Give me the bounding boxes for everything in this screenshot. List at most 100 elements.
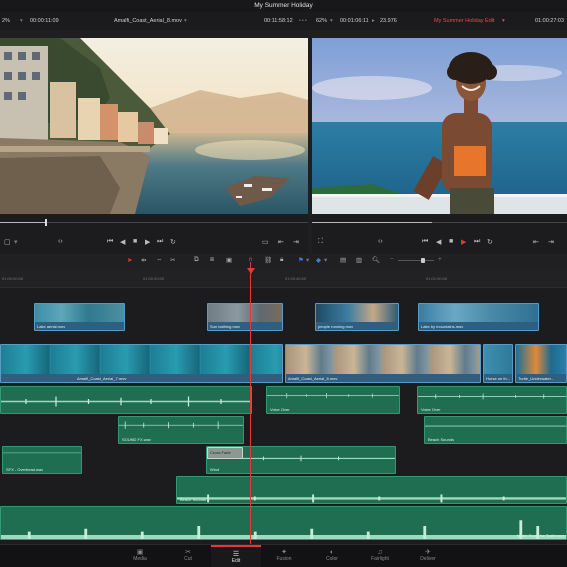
source-viewer[interactable] xyxy=(0,38,308,214)
overwrite-clip-icon[interactable]: ⧈ xyxy=(210,256,214,264)
trim-tool-icon[interactable]: ⇹ xyxy=(141,256,146,264)
clip-label: Music Score for Trailer.mov xyxy=(517,533,566,538)
clip-label: Amalfi_Coast_Aerial_7.mov xyxy=(77,376,127,381)
zoom-in-icon[interactable]: + xyxy=(438,256,442,263)
video-clip[interactable]: Turtle_Underwater... xyxy=(515,344,567,383)
timeline-play-icon[interactable]: ▶ xyxy=(461,238,466,246)
source-scrub-bar[interactable] xyxy=(0,214,308,232)
page-tab-deliver[interactable]: ✈ Deliver xyxy=(403,545,453,567)
source-go-end-icon[interactable]: ⏭ xyxy=(157,238,163,246)
zoom-slider[interactable] xyxy=(398,260,434,261)
source-zoom[interactable]: 2% xyxy=(2,18,10,24)
source-match-frame-icon[interactable]: ▭ xyxy=(262,238,269,246)
zoom-custom-icon[interactable]: 🔍︎ xyxy=(372,256,380,264)
video-clip[interactable]: Sun bathing.mov xyxy=(207,303,283,331)
timeline-tracks[interactable]: Lake aerial.mov Sun bathing.mov people r… xyxy=(0,288,567,544)
marker-dropdown-icon[interactable]: ▾ xyxy=(324,256,327,264)
timeline-ruler[interactable]: 01:00:00:00 01:00:20:00 01:00:40:00 01:0… xyxy=(0,268,567,288)
source-options-icon[interactable]: ••• xyxy=(299,18,308,24)
selection-tool-icon[interactable]: ➤ xyxy=(127,256,132,264)
marker-icon[interactable]: ◆ xyxy=(316,256,321,264)
page-navigation-bar: ▣ Media ✂ Cut ☰ Edit ✦ Fusion ◐ Color ♫ … xyxy=(0,544,567,567)
audio-clip[interactable] xyxy=(0,386,252,414)
source-scrub-handle[interactable] xyxy=(45,219,47,226)
page-tab-fusion[interactable]: ✦ Fusion xyxy=(259,545,309,567)
position-lock-icon[interactable]: 🔒︎ xyxy=(280,256,283,264)
audio-clip[interactable]: SOUND FX.wav xyxy=(118,416,244,444)
source-jog-icon[interactable]: ‹› xyxy=(58,238,63,245)
timeline-reverse-icon[interactable]: ◀ xyxy=(436,238,441,246)
timeline-mark-in-icon[interactable]: ⇤ xyxy=(533,238,539,246)
flag-icon[interactable]: ⚑ xyxy=(298,256,304,264)
audio-clip[interactable]: Music Score for Trailer.mov xyxy=(0,506,567,540)
clip-menu-dropdown-icon[interactable]: ▾ xyxy=(184,18,187,24)
video-clip[interactable]: Lake by mountains.mov xyxy=(418,303,539,331)
page-tab-media[interactable]: ▣ Media xyxy=(115,545,165,567)
flag-dropdown-icon[interactable]: ▾ xyxy=(306,256,309,264)
source-loop-icon[interactable]: ↻ xyxy=(170,238,176,246)
timeline-viewer[interactable] xyxy=(312,38,567,214)
source-go-start-icon[interactable]: ⏮ xyxy=(107,238,113,246)
source-mark-out-icon[interactable]: ⇥ xyxy=(293,238,299,246)
timeline-dropdown-icon[interactable]: ▾ xyxy=(502,18,505,24)
video-clip[interactable]: Amalfi_Coast_Aerial_8.mov xyxy=(285,344,481,383)
replace-clip-icon[interactable]: ▣ xyxy=(226,256,232,264)
timeline-loop-icon[interactable]: ↻ xyxy=(487,238,493,246)
timeline-name[interactable]: My Summer Holiday Edit xyxy=(434,18,495,24)
page-tab-fairlight[interactable]: ♫ Fairlight xyxy=(355,545,405,567)
ruler-tick: 01:01:00:00 xyxy=(426,276,448,281)
audio-clip[interactable]: Beach Sounds xyxy=(176,476,567,504)
audio-clip[interactable]: Voice Over xyxy=(266,386,400,414)
audio-clip[interactable]: Voice Over xyxy=(417,386,567,414)
audio-waveform xyxy=(425,425,566,427)
timeline-go-start-icon[interactable]: ⏮ xyxy=(422,238,428,246)
page-tab-color[interactable]: ◐ Color xyxy=(307,545,357,567)
video-clip[interactable]: Horse on th... xyxy=(483,344,513,383)
page-label: Fairlight xyxy=(371,556,389,562)
zoom-out-icon[interactable]: − xyxy=(390,256,394,263)
source-view-dropdown-icon[interactable]: ▾ xyxy=(14,238,18,246)
ruler-tick: 01:00:40:00 xyxy=(285,276,307,281)
linked-selection-icon[interactable]: ⛓ xyxy=(264,256,272,264)
source-reverse-icon[interactable]: ◀ xyxy=(120,238,125,246)
media-icon: ▣ xyxy=(136,549,144,556)
audio-clip[interactable]: SFX - Overhead.wav xyxy=(2,446,82,474)
source-view-options-icon[interactable]: ▢ xyxy=(4,238,11,246)
video-clip[interactable]: Amalfi_Coast_Aerial_7.mov xyxy=(0,344,283,383)
zoom-slider-handle[interactable] xyxy=(421,258,425,263)
timeline-go-end-icon[interactable]: ⏭ xyxy=(474,238,480,246)
speed-icon: ▸ xyxy=(372,18,375,24)
source-zoom-dropdown-icon[interactable]: ▾ xyxy=(20,18,23,24)
playhead-handle[interactable] xyxy=(247,268,255,274)
source-play-icon[interactable]: ▶ xyxy=(145,238,150,246)
window-title: My Summer Holiday xyxy=(0,0,567,12)
playhead[interactable] xyxy=(250,262,251,562)
fusion-icon: ✦ xyxy=(281,549,287,556)
cut-icon: ✂ xyxy=(185,549,191,556)
timeline-zoom[interactable]: 62% xyxy=(316,18,327,24)
timeline-jog-icon[interactable]: ‹› xyxy=(378,238,383,245)
timeline-zoom-dropdown-icon[interactable]: ▾ xyxy=(330,18,333,24)
page-tab-edit[interactable]: ☰ Edit xyxy=(211,545,261,567)
color-icon: ◐ xyxy=(329,549,335,556)
page-tab-cut[interactable]: ✂ Cut xyxy=(163,545,213,567)
timeline-mark-out-icon[interactable]: ⇥ xyxy=(548,238,554,246)
audio-clip[interactable]: Beach Sounds xyxy=(424,416,567,444)
video-clip[interactable]: Lake aerial.mov xyxy=(34,303,125,331)
cross-fade-transition[interactable]: Cross Fade xyxy=(207,447,243,459)
zoom-detail-icon[interactable]: ▥ xyxy=(356,256,362,264)
timeline-scrub-bar[interactable] xyxy=(312,214,567,232)
timeline-stop-icon[interactable]: ■ xyxy=(449,238,453,245)
dynamic-trim-icon[interactable]: ⇔ xyxy=(156,256,163,263)
source-clip-name[interactable]: Amalfi_Coast_Aerial_8.mov xyxy=(114,18,182,24)
blade-tool-icon[interactable]: ✂ xyxy=(170,256,175,264)
source-timecode: 00:11:58:12 xyxy=(264,18,293,24)
zoom-full-icon[interactable]: ▤ xyxy=(340,256,346,264)
page-label: Color xyxy=(326,556,338,562)
insert-clip-icon[interactable]: ⧉ xyxy=(194,256,199,264)
timeline-view-options-icon[interactable]: ⛶ xyxy=(318,238,323,246)
source-stop-icon[interactable]: ■ xyxy=(133,238,137,245)
clip-label: SFX - Overhead.wav xyxy=(6,467,44,472)
source-mark-in-icon[interactable]: ⇤ xyxy=(278,238,284,246)
video-clip[interactable]: people running.mov xyxy=(315,303,399,331)
